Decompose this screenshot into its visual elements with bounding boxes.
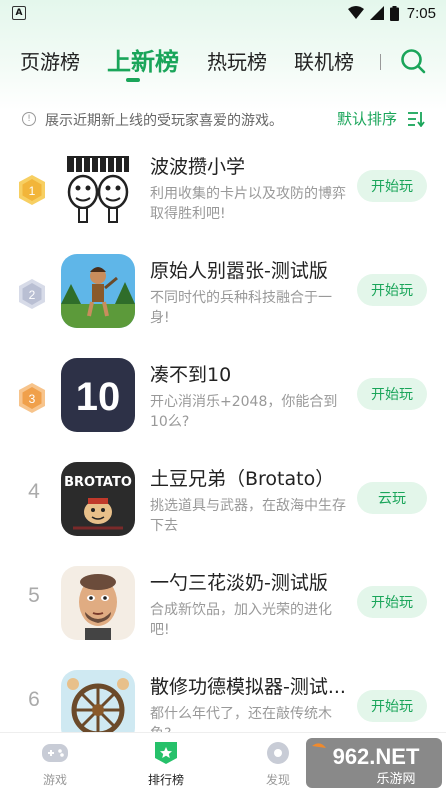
tab-multiplayer[interactable]: 联机榜: [294, 46, 354, 75]
game-description: 不同时代的兵种科技融合于一身!: [150, 290, 332, 326]
clock-time: 7:05: [406, 4, 436, 22]
rank-number: 3: [29, 392, 36, 406]
nav-rankings-label: 排行榜: [147, 773, 184, 787]
battery-icon: [389, 5, 399, 21]
rank-number: 2: [29, 288, 36, 302]
rank-number: 4: [28, 480, 40, 503]
list-description: 展示近期新上线的受玩家喜爱的游戏。: [45, 113, 283, 129]
sort-button[interactable]: 默认排序: [337, 108, 397, 129]
game-description: 挑选道具与武器，在敌海中生存下去: [150, 498, 346, 534]
game-description: 开心消消乐+2048，你能合到10么?: [150, 394, 338, 430]
play-button[interactable]: 开始玩: [357, 690, 427, 722]
wifi-icon: [347, 6, 364, 19]
icon-text-10: 10: [76, 375, 121, 419]
tab-new-releases[interactable]: 上新榜: [107, 42, 179, 77]
cloud-play-button[interactable]: 云玩: [357, 482, 427, 514]
bronze-medal-icon: 3: [19, 383, 45, 413]
watermark-text: 乐游网: [376, 772, 415, 787]
game-title[interactable]: 散修功德模拟器-测试...: [150, 672, 346, 699]
info-icon: !: [22, 112, 36, 126]
gamepad-icon: [42, 744, 68, 762]
rank-number: 5: [28, 584, 40, 607]
silver-medal-icon: 2: [19, 279, 45, 309]
icon-text-brotato: BROTATO: [64, 475, 132, 490]
signal-icon: [369, 6, 384, 20]
game-title[interactable]: 原始人别嚣张-测试版: [150, 256, 328, 283]
play-button[interactable]: 开始玩: [357, 378, 427, 410]
discover-icon: [267, 742, 289, 764]
game-description: 利用收集的卡片以及攻防的博弈取得胜利吧!: [150, 186, 346, 222]
sort-icon[interactable]: [407, 111, 425, 127]
list-item[interactable]: 3 10 凑不到10 开心消消乐+2048，你能合到10么? 开始玩: [0, 348, 446, 452]
status-bar: A 7:05: [0, 0, 446, 26]
list-item[interactable]: 4 BROTATO 土豆兄弟（Brotato） 挑选道具与武器，在敌海中生存下去…: [0, 452, 446, 556]
game-icon[interactable]: 10: [61, 358, 135, 432]
nav-rankings[interactable]: 排行榜: [126, 733, 206, 792]
game-title[interactable]: 土豆兄弟（Brotato）: [150, 464, 334, 491]
site-watermark-logo: 962.NET 乐游网: [306, 738, 442, 788]
active-tab-indicator: [126, 78, 140, 82]
play-button[interactable]: 开始玩: [357, 170, 427, 202]
nav-games[interactable]: 游戏: [15, 733, 95, 792]
search-icon[interactable]: [399, 47, 427, 75]
description-bar: ! 展示近期新上线的受玩家喜爱的游戏。 默认排序: [0, 104, 446, 134]
rank-number: 1: [29, 184, 36, 198]
game-title[interactable]: 一勺三花淡奶-测试版: [150, 568, 328, 595]
rankings-badge-icon: [155, 742, 177, 764]
tab-web-games[interactable]: 页游榜: [20, 46, 80, 75]
tab-hot-played[interactable]: 热玩榜: [207, 46, 267, 75]
list-item[interactable]: 2 原始人别嚣张-测试版 不同时代的兵种科技融合于一身! 开始玩: [0, 244, 446, 348]
ranking-tabs: 页游榜 上新榜 热玩榜 联机榜: [0, 38, 446, 84]
game-title[interactable]: 凑不到10: [150, 360, 231, 387]
game-icon[interactable]: [61, 566, 135, 640]
list-item[interactable]: 1 波波攒小学 利用收集的卡片以及攻防的博弈取得胜利吧! 开始玩: [0, 140, 446, 244]
nav-games-label: 游戏: [42, 773, 67, 787]
play-button[interactable]: 开始玩: [357, 274, 427, 306]
game-icon[interactable]: [61, 254, 135, 328]
gold-medal-icon: 1: [19, 175, 45, 205]
rank-number: 6: [28, 688, 40, 711]
watermark-logo-text: 962.NET: [333, 744, 420, 769]
list-item[interactable]: 5 一勺三花淡奶-测试版 合成新饮品，加入光荣的进化吧! 开始玩: [0, 556, 446, 660]
notification-a-icon: A: [12, 6, 26, 20]
game-icon[interactable]: [61, 150, 135, 224]
game-icon[interactable]: BROTATO: [61, 462, 135, 536]
tab-divider: [380, 54, 381, 70]
play-button[interactable]: 开始玩: [357, 586, 427, 618]
game-description: 合成新饮品，加入光荣的进化吧!: [150, 602, 332, 638]
game-title[interactable]: 波波攒小学: [150, 152, 245, 179]
